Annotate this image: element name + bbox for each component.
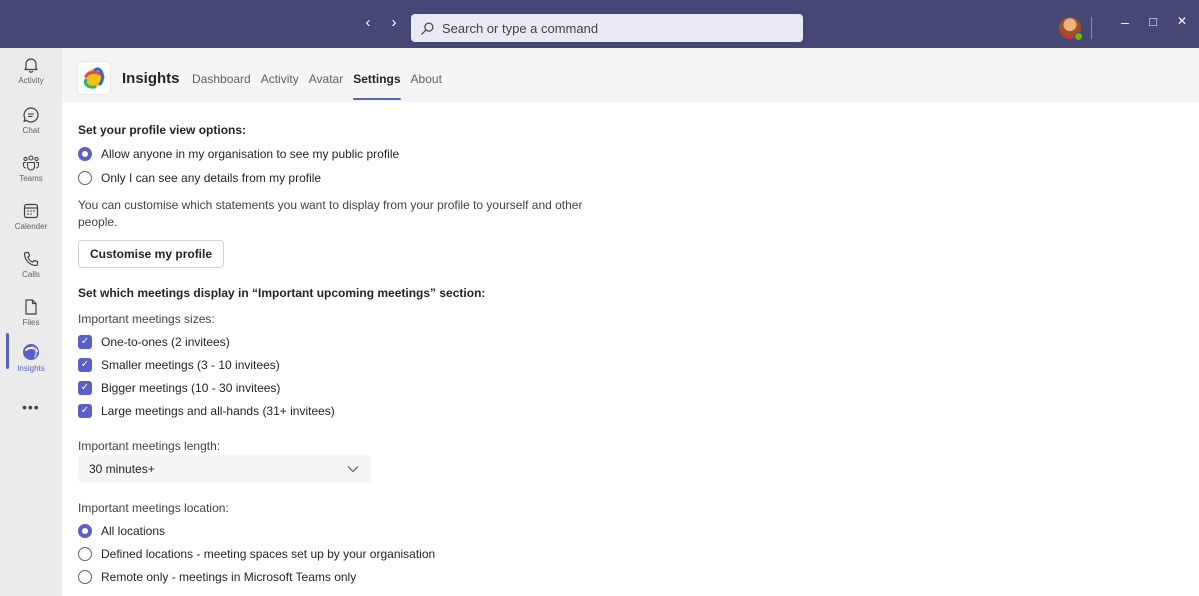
checkbox-label: One-to-ones (2 invitees) (101, 335, 230, 349)
app-header: Insights Dashboard Activity Avatar Setti… (62, 48, 1199, 102)
dropdown-value: 30 minutes+ (89, 462, 155, 476)
app-tabs: Dashboard Activity Avatar Settings About (192, 72, 442, 100)
checkbox[interactable]: ✓ (78, 404, 92, 418)
search-placeholder: Search or type a command (442, 20, 599, 36)
rail-item-files[interactable]: Files (0, 292, 62, 340)
tab-activity[interactable]: Activity (261, 72, 299, 86)
presence-badge (1074, 32, 1083, 41)
search-icon (421, 22, 434, 35)
rail-label: Activity (18, 76, 44, 85)
checkbox[interactable]: ✓ (78, 335, 92, 349)
profile-option-private[interactable]: Only I can see any details from my profi… (78, 171, 321, 185)
checkbox-label: Large meetings and all-hands (31+ invite… (101, 404, 335, 418)
checkbox-label: Smaller meetings (3 - 10 invitees) (101, 358, 280, 372)
rail-label: Calls (22, 270, 40, 279)
search-input[interactable]: Search or type a command (411, 14, 803, 42)
radio-button[interactable] (78, 147, 92, 161)
app-logo (78, 62, 110, 94)
back-icon[interactable]: ‹ (362, 14, 374, 31)
app-rail: Activity Chat Teams Calender Calls Files… (0, 48, 62, 596)
main-content: Insights Dashboard Activity Avatar Setti… (62, 48, 1199, 596)
checkbox-label: Bigger meetings (10 - 30 invitees) (101, 381, 281, 395)
insights-icon (23, 344, 39, 360)
phone-icon (23, 251, 39, 267)
bell-icon (24, 58, 38, 73)
radio-label: Defined locations - meeting spaces set u… (101, 547, 436, 561)
app-name: Insights (122, 70, 180, 87)
tab-about[interactable]: About (411, 72, 442, 86)
titlebar-divider (1091, 17, 1092, 39)
avatar[interactable] (1059, 17, 1083, 41)
length-dropdown[interactable]: 30 minutes+ (78, 455, 371, 483)
rail-label: Teams (19, 174, 43, 183)
forward-icon[interactable]: › (388, 14, 400, 31)
location-label: Important meetings location: (78, 501, 229, 515)
file-icon (25, 299, 37, 315)
profile-option-public[interactable]: Allow anyone in my organisation to see m… (78, 147, 399, 161)
customise-profile-button[interactable]: Customise my profile (78, 240, 225, 268)
checkbox[interactable]: ✓ (78, 381, 92, 395)
title-bar: ‹ › Search or type a command – □ ✕ (0, 0, 1199, 48)
radio-button[interactable] (78, 547, 92, 561)
radio-label: Remote only - meetings in Microsoft Team… (101, 570, 357, 584)
meetings-section-title: Set which meetings display in “Important… (78, 286, 486, 300)
tab-dashboard[interactable]: Dashboard (192, 72, 251, 86)
tab-avatar[interactable]: Avatar (309, 72, 343, 86)
rail-label: Files (22, 318, 40, 327)
more-apps-button[interactable]: ••• (22, 399, 40, 415)
rail-label: Chat (22, 126, 40, 135)
radio-button[interactable] (78, 524, 92, 538)
chat-icon (23, 107, 39, 123)
profile-section-title: Set your profile view options: (78, 123, 247, 137)
checkbox[interactable]: ✓ (78, 358, 92, 372)
history-nav: ‹ › (362, 14, 400, 31)
close-button[interactable]: ✕ (1172, 14, 1192, 28)
rail-item-calls[interactable]: Calls (0, 244, 62, 292)
calendar-icon (23, 203, 39, 219)
radio-label: Allow anyone in my organisation to see m… (101, 147, 400, 161)
insights-logo-icon (83, 67, 105, 89)
rail-item-calender[interactable]: Calender (0, 196, 62, 244)
tab-settings[interactable]: Settings (353, 72, 401, 100)
sizes-label: Important meetings sizes: (78, 312, 215, 326)
rail-item-chat[interactable]: Chat (0, 100, 62, 148)
size-option-bigger[interactable]: ✓ Bigger meetings (10 - 30 invitees) (78, 381, 280, 395)
length-label: Important meetings length: (78, 439, 221, 453)
radio-button[interactable] (78, 171, 92, 185)
rail-item-insights[interactable]: Insights (0, 336, 62, 384)
location-option-all[interactable]: All locations (78, 524, 165, 538)
customise-description: You can customise which statements you w… (78, 198, 583, 229)
radio-button[interactable] (78, 570, 92, 584)
teams-icon (22, 155, 40, 171)
rail-label: Insights (17, 364, 45, 373)
radio-label: Only I can see any details from my profi… (101, 171, 322, 185)
rail-label: Calender (14, 222, 48, 231)
location-option-remote[interactable]: Remote only - meetings in Microsoft Team… (78, 570, 356, 584)
location-option-defined[interactable]: Defined locations - meeting spaces set u… (78, 547, 435, 561)
rail-item-activity[interactable]: Activity (0, 50, 62, 98)
chevron-down-icon (347, 466, 359, 473)
size-option-one-to-one[interactable]: ✓ One-to-ones (2 invitees) (78, 335, 230, 349)
radio-label: All locations (101, 524, 166, 538)
size-option-smaller[interactable]: ✓ Smaller meetings (3 - 10 invitees) (78, 358, 280, 372)
size-option-large[interactable]: ✓ Large meetings and all-hands (31+ invi… (78, 404, 335, 418)
minimize-button[interactable]: – (1115, 14, 1135, 30)
rail-item-teams[interactable]: Teams (0, 148, 62, 196)
maximize-button[interactable]: □ (1143, 14, 1163, 29)
